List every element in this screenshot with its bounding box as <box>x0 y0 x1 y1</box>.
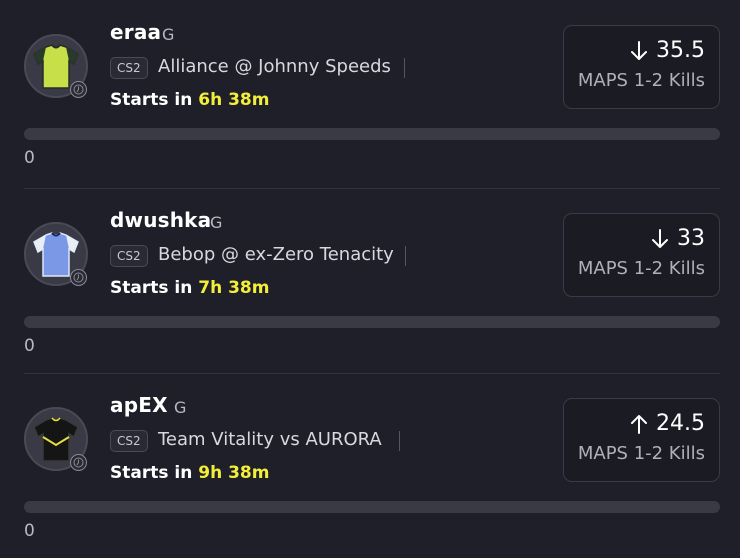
game-tag: CS2 <box>110 430 148 452</box>
stat-line-box[interactable]: 33 MAPS 1-2 Kills <box>563 213 720 297</box>
stat-label: MAPS 1-2 Kills <box>577 443 705 464</box>
stat-label: MAPS 1-2 Kills <box>577 258 705 279</box>
stat-value: 35.5 <box>656 38 705 63</box>
progress-bar <box>24 501 720 513</box>
stat-value: 24.5 <box>656 411 705 436</box>
matchup: Bebop @ ex-Zero Tenacity <box>158 244 394 265</box>
player-position: G <box>162 25 175 44</box>
start-time-value: 6h 38m <box>198 90 270 110</box>
arrow-down-icon <box>630 40 648 61</box>
game-tag: CS2 <box>110 245 148 267</box>
stat-line-box[interactable]: 35.5 MAPS 1-2 Kills <box>563 25 720 109</box>
matchup: Alliance @ Johnny Speeds <box>158 56 391 77</box>
start-time-value: 9h 38m <box>198 463 270 483</box>
start-time: Starts in 6h 38m <box>110 90 270 110</box>
progress-bar <box>24 128 720 140</box>
player-name[interactable]: dwushka <box>110 208 211 232</box>
progress-value: 0 <box>24 521 35 541</box>
start-time-value: 7h 38m <box>198 278 270 298</box>
projection-card-dwushka[interactable]: dwushka G CS2 Bebop @ ex-Zero Tenacity S… <box>0 188 740 373</box>
start-time: Starts in 7h 38m <box>110 278 270 298</box>
projection-card-apex[interactable]: apEX G CS2 Team Vitality vs AURORA Start… <box>0 373 740 558</box>
progress-value: 0 <box>24 336 35 356</box>
player-name[interactable]: eraa <box>110 20 161 44</box>
player-position: G <box>210 213 223 232</box>
stat-value: 33 <box>677 226 705 251</box>
separator <box>399 431 400 451</box>
projection-card-eraa[interactable]: eraa G CS2 Alliance @ Johnny Speeds Star… <box>0 0 740 185</box>
arrow-down-icon <box>651 228 669 249</box>
separator <box>405 246 406 266</box>
game-tag: CS2 <box>110 57 148 79</box>
arrow-up-icon <box>630 414 648 434</box>
clock-icon <box>70 454 87 471</box>
separator <box>404 58 405 78</box>
start-time: Starts in 9h 38m <box>110 463 270 483</box>
player-position: G <box>174 398 187 417</box>
progress-value: 0 <box>24 148 35 168</box>
matchup: Team Vitality vs AURORA <box>158 429 382 450</box>
clock-icon <box>70 269 87 286</box>
player-name[interactable]: apEX <box>110 393 168 417</box>
progress-bar <box>24 316 720 328</box>
clock-icon <box>70 81 87 98</box>
stat-label: MAPS 1-2 Kills <box>577 70 705 91</box>
stat-line-box[interactable]: 24.5 MAPS 1-2 Kills <box>563 398 720 482</box>
